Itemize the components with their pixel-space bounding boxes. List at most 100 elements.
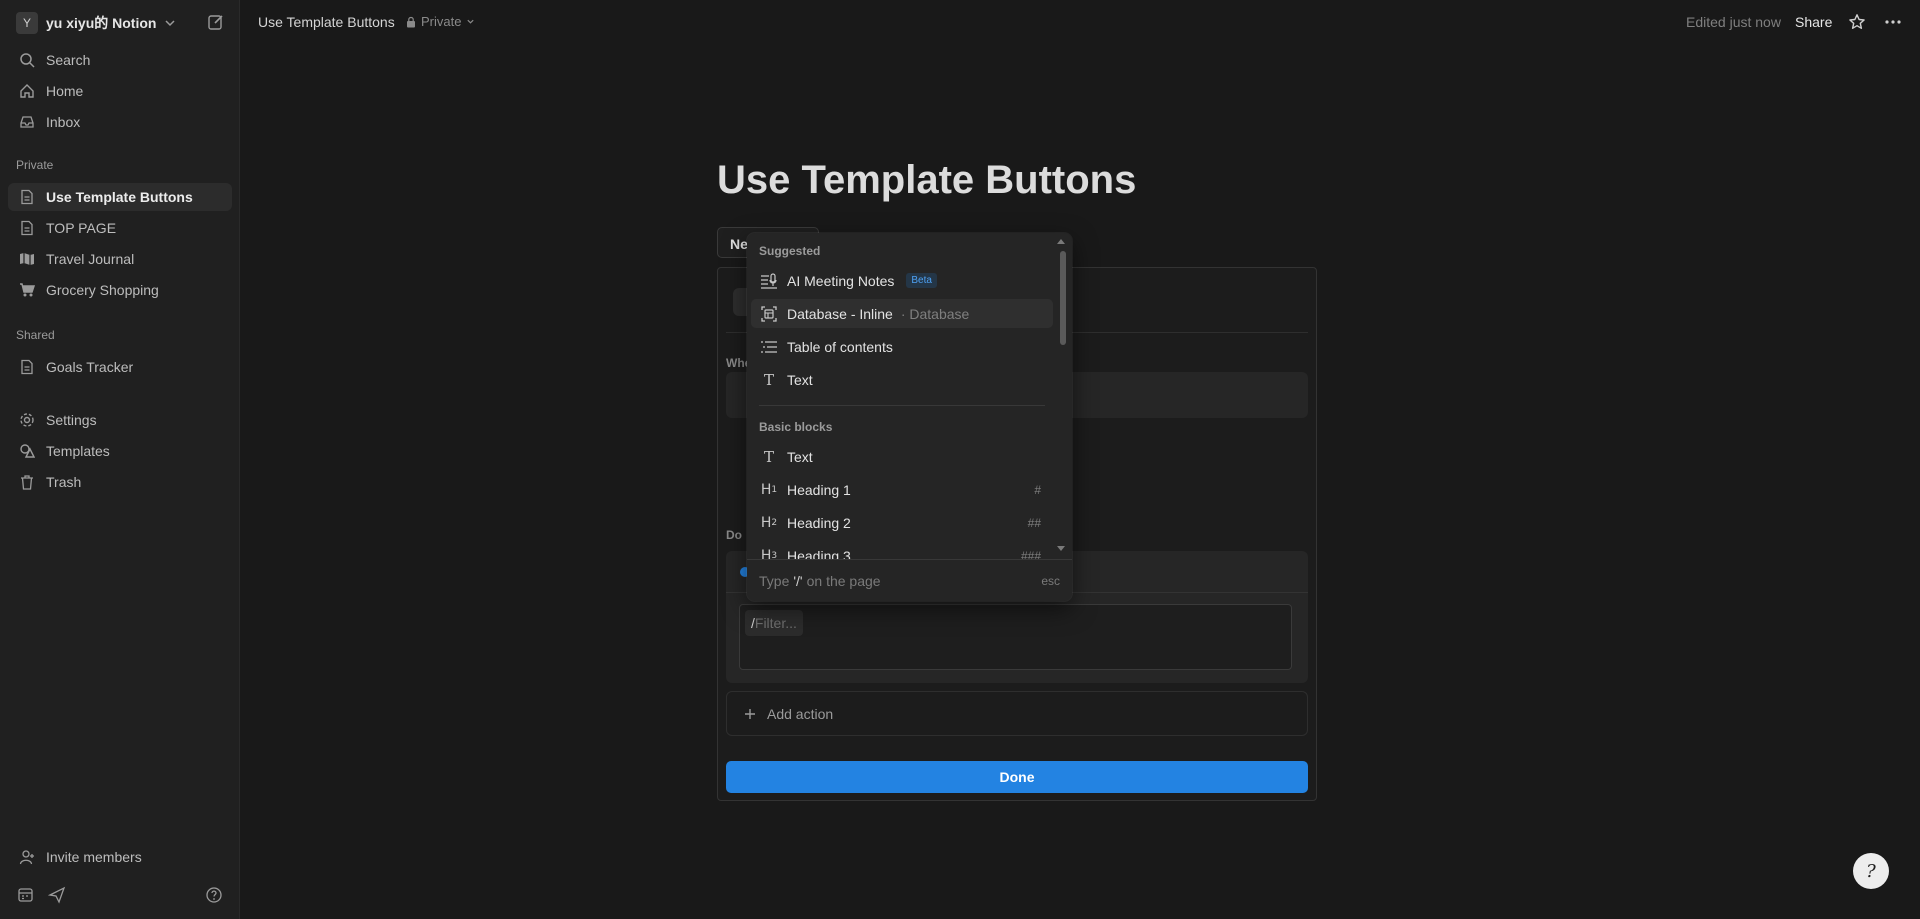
send-icon[interactable]: [48, 886, 66, 904]
heading-1-icon: H1: [760, 481, 778, 498]
do-label: Do: [726, 528, 742, 542]
sidebar-item-label: Settings: [46, 412, 97, 428]
cart-icon: [18, 281, 36, 299]
sidebar: Y yu xiyu的 Notion Search Home Inbox Priv…: [0, 0, 240, 919]
sidebar-item-goals-tracker[interactable]: Goals Tracker: [8, 353, 232, 381]
calendar-icon[interactable]: [17, 886, 35, 904]
home-icon: [18, 82, 36, 100]
sidebar-item-settings[interactable]: Settings: [8, 406, 232, 434]
lock-icon: [406, 16, 416, 28]
footer-type-text: Type: [759, 572, 790, 589]
menu-item-database-inline[interactable]: Database - Inline · Database: [751, 299, 1053, 328]
new-page-icon[interactable]: [207, 13, 225, 31]
menu-item-text[interactable]: T Text: [751, 442, 1053, 471]
menu-footer: Type '/' on the page esc: [747, 559, 1072, 601]
edited-status: Edited just now: [1686, 14, 1781, 30]
sidebar-item-label: Travel Journal: [46, 251, 135, 267]
page-title[interactable]: Use Template Buttons: [717, 158, 1136, 203]
section-label-shared: Shared: [16, 328, 55, 342]
workspace-name: yu xiyu的 Notion: [46, 15, 157, 31]
share-button[interactable]: Share: [1795, 14, 1832, 30]
heading-2-icon: H2: [760, 514, 778, 531]
search-icon: [18, 51, 36, 69]
sidebar-item-label: Grocery Shopping: [46, 282, 159, 298]
plus-icon: [743, 707, 757, 721]
menu-item-heading-3[interactable]: H3 Heading 3 ###: [751, 541, 1053, 560]
beta-badge: Beta: [906, 273, 937, 288]
add-action-button[interactable]: Add action: [726, 691, 1308, 736]
sidebar-item-search[interactable]: Search: [8, 46, 232, 74]
toc-icon: [759, 337, 779, 357]
help-icon[interactable]: [205, 886, 223, 904]
menu-group-suggested: Suggested: [759, 244, 821, 258]
text-icon: T: [763, 370, 774, 389]
notion-ai-icon: ?: [1866, 860, 1876, 882]
sidebar-item-label: TOP PAGE: [46, 220, 117, 236]
menu-item-label: Table of contents: [787, 338, 893, 355]
database-icon: [759, 304, 779, 324]
done-button[interactable]: Done: [726, 761, 1308, 793]
heading-3-icon: H3: [760, 547, 778, 560]
add-person-icon: [18, 848, 36, 866]
menu-list: Suggested AI Meeting Notes Beta Database…: [747, 233, 1057, 559]
sidebar-item-templates[interactable]: Templates: [8, 437, 232, 465]
map-icon: [18, 250, 36, 268]
templates-icon: [18, 442, 36, 460]
ai-notes-icon: [759, 271, 779, 291]
menu-item-heading-1[interactable]: H1 Heading 1 #: [751, 475, 1053, 504]
menu-item-label: Heading 2: [787, 514, 851, 531]
filter-placeholder: Filter...: [754, 615, 797, 631]
notion-ai-button[interactable]: ?: [1853, 853, 1889, 889]
menu-item-table-of-contents[interactable]: Table of contents: [751, 332, 1053, 361]
menu-item-label: Heading 1: [787, 481, 851, 498]
privacy-selector[interactable]: Private: [406, 14, 475, 29]
filter-input[interactable]: /Filter...: [745, 610, 803, 636]
menu-item-label: AI Meeting Notes: [787, 272, 895, 289]
menu-item-label: Database - Inline: [787, 305, 893, 322]
text-icon: T: [763, 447, 774, 466]
scroll-up-arrow[interactable]: [1057, 239, 1065, 244]
menu-item-label: Heading 3: [787, 547, 851, 560]
star-icon[interactable]: [1848, 13, 1866, 31]
filter-editor[interactable]: /Filter...: [739, 604, 1292, 670]
menu-scrollbar[interactable]: [1057, 233, 1070, 559]
privacy-label: Private: [421, 14, 462, 29]
shortcut-hint: ###: [1020, 548, 1041, 560]
scrollbar-thumb[interactable]: [1060, 251, 1066, 345]
sidebar-item-top-page[interactable]: TOP PAGE: [8, 214, 232, 242]
breadcrumb[interactable]: Use Template Buttons: [258, 14, 395, 30]
menu-item-label: Text: [787, 371, 813, 388]
esc-hint[interactable]: esc: [1041, 574, 1060, 588]
sidebar-item-label: Search: [46, 52, 91, 68]
sidebar-item-travel-journal[interactable]: Travel Journal: [8, 245, 232, 273]
shortcut-hint: ##: [1027, 515, 1041, 530]
sidebar-item-home[interactable]: Home: [8, 77, 232, 105]
footer-hint-text: on the page: [806, 572, 881, 589]
footer-slash: '/': [793, 572, 803, 589]
invite-members-button[interactable]: Invite members: [8, 843, 232, 871]
menu-item-heading-2[interactable]: H2 Heading 2 ##: [751, 508, 1053, 537]
sidebar-item-grocery-shopping[interactable]: Grocery Shopping: [8, 276, 232, 304]
workspace-switcher[interactable]: Y yu xiyu的 Notion: [16, 11, 176, 35]
page-icon: [18, 358, 36, 376]
sidebar-item-label: Trash: [46, 474, 82, 490]
chevron-down-icon: [466, 17, 475, 26]
more-options-icon[interactable]: [1884, 13, 1902, 31]
add-action-label: Add action: [767, 705, 834, 722]
scroll-down-arrow[interactable]: [1057, 546, 1065, 551]
page-icon: [18, 188, 36, 206]
menu-item-label: Text: [787, 448, 813, 465]
page-icon: [18, 219, 36, 237]
menu-item-text[interactable]: T Text: [751, 365, 1053, 394]
sidebar-item-label: Home: [46, 83, 84, 99]
sidebar-item-use-template-buttons[interactable]: Use Template Buttons: [8, 183, 232, 211]
sidebar-item-label: Inbox: [46, 114, 81, 130]
sidebar-item-label: Use Template Buttons: [46, 189, 193, 205]
sidebar-item-trash[interactable]: Trash: [8, 468, 232, 496]
sidebar-item-inbox[interactable]: Inbox: [8, 108, 232, 136]
section-label-private: Private: [16, 158, 54, 172]
gear-icon: [18, 411, 36, 429]
sidebar-item-label: Templates: [46, 443, 110, 459]
menu-divider: [759, 405, 1045, 406]
menu-item-ai-meeting-notes[interactable]: AI Meeting Notes Beta: [751, 266, 1053, 295]
